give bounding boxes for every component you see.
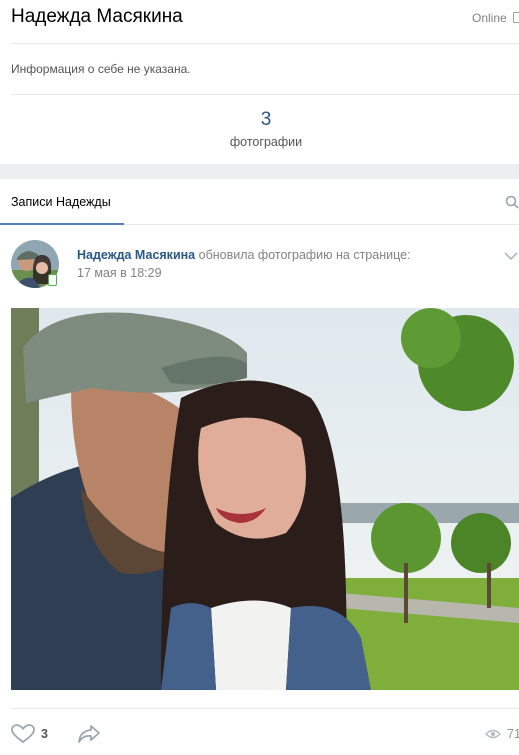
profile-card: Надежда Масякина Online Информация о себ… [0, 0, 519, 164]
like-count: 3 [41, 727, 48, 741]
search-icon[interactable] [505, 195, 519, 209]
online-status: Online [472, 11, 519, 25]
heart-icon[interactable] [11, 724, 35, 744]
views-count: 71 [507, 727, 519, 741]
photos-label[interactable]: фотографии [0, 135, 519, 149]
post-author-link[interactable]: Надежда Масякина [77, 248, 195, 262]
post-header: Надежда Масякина обновила фотографию на … [77, 248, 411, 262]
phone-icon [512, 12, 519, 23]
photos-count[interactable]: 3 [0, 109, 519, 131]
chevron-down-icon[interactable] [504, 252, 518, 261]
wall-card: Записи Надежды Надежда Масякина обновила… [0, 179, 519, 755]
tab-underline [0, 223, 124, 225]
divider [11, 708, 519, 709]
post-photo-image [11, 308, 519, 690]
profile-name: Надежда Масякина [11, 6, 183, 27]
online-status-label: Online [472, 11, 507, 25]
post-action-text: обновила фотографию на странице: [198, 248, 411, 262]
divider [11, 43, 519, 44]
divider [11, 94, 519, 95]
share-arrow-icon[interactable] [77, 724, 101, 744]
tab-wall-posts[interactable]: Записи Надежды [11, 195, 111, 209]
about-text: Информация о себе не указана. [11, 62, 191, 76]
post-date[interactable]: 17 мая в 18:29 [77, 266, 162, 280]
eye-icon [485, 729, 501, 739]
mobile-icon [48, 274, 57, 286]
post-photo[interactable] [11, 308, 519, 690]
